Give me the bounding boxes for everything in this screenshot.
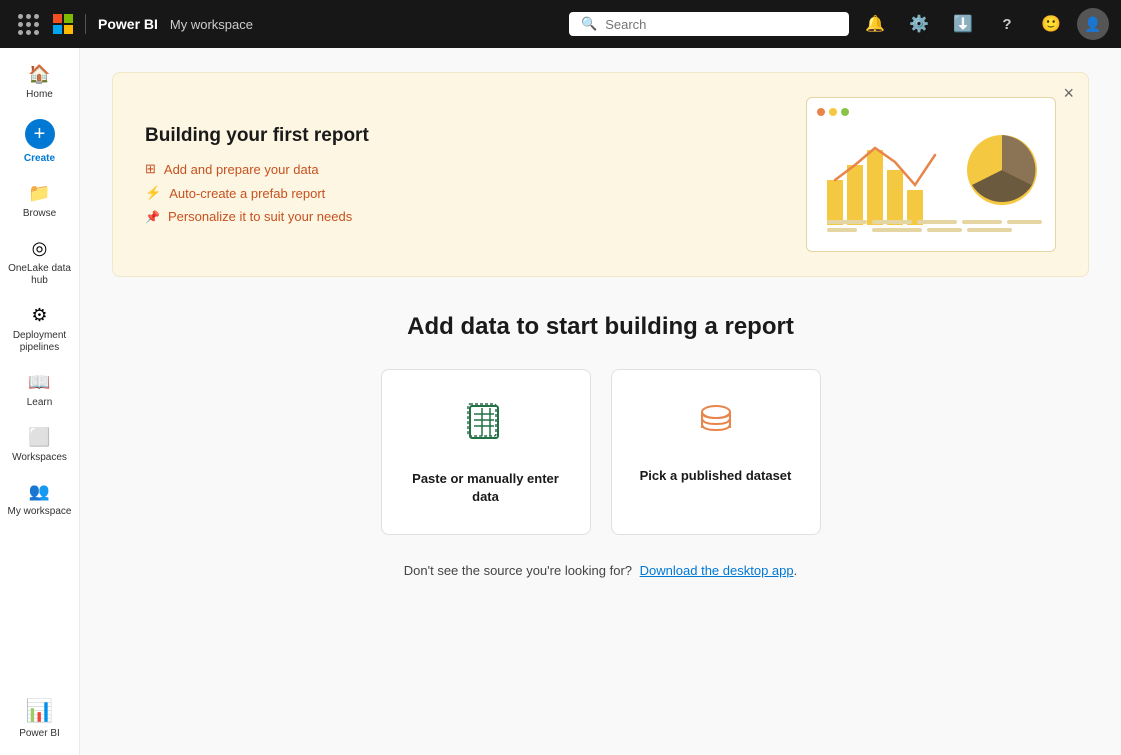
sidebar-item-learn[interactable]: 📖 Learn — [4, 364, 76, 417]
banner-text: Building your first report ⊞ Add and pre… — [145, 125, 369, 224]
table-icon: ⊞ — [145, 161, 156, 177]
sidebar-item-label: OneLake data hub — [8, 263, 72, 287]
sidebar-item-onelake[interactable]: ◎ OneLake data hub — [4, 230, 76, 295]
add-data-section: Add data to start building a report — [112, 313, 1089, 578]
profile-button[interactable]: 👤 — [1077, 8, 1109, 40]
sidebar-item-label: My workspace — [8, 506, 72, 518]
sidebar: 🏠 Home + Create 📁 Browse ◎ OneLake data … — [0, 48, 80, 755]
paste-data-label: Paste or manually enter data — [398, 470, 574, 506]
myworkspace-icon: 👥 — [29, 482, 50, 502]
dataset-label: Pick a published dataset — [640, 467, 792, 485]
search-bar[interactable]: 🔍 — [569, 12, 849, 36]
sidebar-item-label: Create — [24, 153, 55, 165]
sidebar-item-label: Learn — [27, 397, 53, 409]
notifications-button[interactable]: 🔔 — [857, 6, 893, 42]
download-button[interactable]: ⬇️ — [945, 6, 981, 42]
download-desktop-link[interactable]: Download the desktop app — [640, 563, 794, 578]
data-cards-container: Paste or manually enter data — [112, 369, 1089, 535]
banner-title: Building your first report — [145, 125, 369, 147]
dataset-card[interactable]: Pick a published dataset — [611, 369, 821, 535]
create-icon: + — [25, 119, 55, 149]
sidebar-item-label: Deployment pipelines — [8, 330, 72, 354]
sidebar-powerbi[interactable]: 📊 Power BI — [15, 690, 64, 747]
main-content: × Building your first report ⊞ Add and p… — [80, 48, 1121, 755]
paste-data-card[interactable]: Paste or manually enter data — [381, 369, 591, 535]
learn-icon: 📖 — [28, 372, 50, 393]
banner-chart-illustration — [806, 97, 1056, 252]
pin-icon: 📌 — [145, 210, 160, 224]
onelake-icon: ◎ — [32, 238, 48, 259]
sidebar-item-label: Workspaces — [12, 452, 67, 464]
deployment-icon: ⚙ — [31, 305, 47, 326]
sidebar-item-myworkspace[interactable]: 👥 My workspace — [4, 474, 76, 526]
help-button[interactable]: ? — [989, 6, 1025, 42]
banner-step-2: ⚡ Auto-create a prefab report — [145, 185, 369, 201]
dataset-icon — [692, 398, 740, 451]
microsoft-logo[interactable] — [53, 14, 73, 34]
bolt-icon: ⚡ — [145, 185, 161, 201]
paste-data-icon — [462, 398, 510, 454]
sidebar-item-label: Power BI — [19, 728, 60, 739]
sidebar-item-label: Home — [26, 89, 53, 101]
banner-close-button[interactable]: × — [1063, 83, 1074, 104]
settings-button[interactable]: ⚙️ — [901, 6, 937, 42]
banner-step-1: ⊞ Add and prepare your data — [145, 161, 369, 177]
home-icon: 🏠 — [28, 64, 50, 85]
search-input[interactable] — [605, 17, 837, 32]
sidebar-item-label: Browse — [23, 208, 56, 220]
top-nav: Power BI My workspace 🔍 🔔 ⚙️ ⬇️ ? 🙂 👤 — [0, 0, 1121, 48]
brand-name: Power BI — [98, 16, 158, 32]
sidebar-item-home[interactable]: 🏠 Home — [4, 56, 76, 109]
browse-icon: 📁 — [28, 183, 50, 204]
workspaces-icon: ⬜ — [28, 427, 50, 448]
footer-text: Don't see the source you're looking for?… — [112, 563, 1089, 578]
sidebar-item-workspaces[interactable]: ⬜ Workspaces — [4, 419, 76, 472]
powerbi-icon: 📊 — [26, 698, 53, 724]
sidebar-item-browse[interactable]: 📁 Browse — [4, 175, 76, 228]
sidebar-item-create[interactable]: + Create — [4, 111, 76, 173]
feedback-button[interactable]: 🙂 — [1033, 6, 1069, 42]
banner-step-3: 📌 Personalize it to suit your needs — [145, 209, 369, 224]
search-icon: 🔍 — [581, 16, 597, 32]
apps-menu-button[interactable] — [12, 8, 45, 41]
add-data-title: Add data to start building a report — [112, 313, 1089, 341]
banner: × Building your first report ⊞ Add and p… — [112, 72, 1089, 277]
workspace-label: My workspace — [170, 17, 253, 32]
sidebar-item-deployment[interactable]: ⚙ Deployment pipelines — [4, 297, 76, 362]
